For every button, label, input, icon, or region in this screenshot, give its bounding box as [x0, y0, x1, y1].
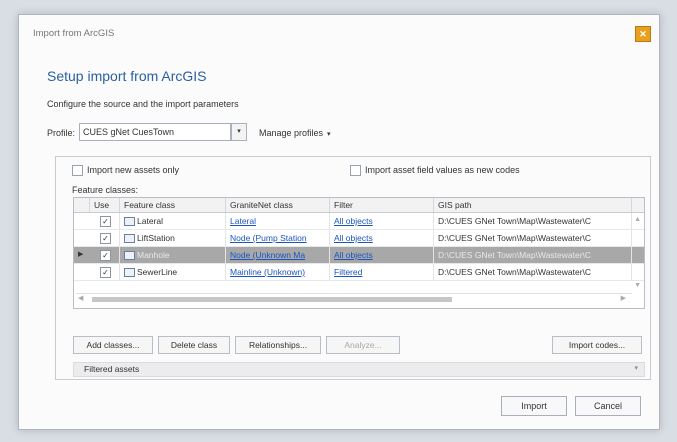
relationships-button[interactable]: Relationships...	[235, 336, 321, 354]
filter-link[interactable]: Filtered	[334, 267, 362, 277]
use-checkbox[interactable]: ✓	[100, 267, 111, 278]
table-row[interactable]: ✓ SewerLine Mainline (Unknown) Filtered …	[74, 264, 644, 281]
use-cell[interactable]: ✓	[90, 264, 120, 280]
feature-class-icon	[124, 268, 135, 278]
import-field-values-checkbox[interactable]	[350, 165, 361, 177]
feature-class-cell: Lateral	[120, 213, 226, 229]
profile-label: Profile:	[47, 128, 76, 138]
import-dialog: Import from ArcGIS ✕ Setup import from A…	[18, 14, 660, 430]
table-row[interactable]: ✓ LiftStation Node (Pump Station All obj…	[74, 230, 644, 247]
profile-value: CUES gNet CuesTown	[83, 127, 175, 137]
col-filter[interactable]: Filter	[330, 198, 434, 212]
granitenet-class-link[interactable]: Node (Unknown Ma	[230, 250, 305, 260]
use-checkbox[interactable]: ✓	[100, 216, 111, 227]
feature-class-name: SewerLine	[137, 267, 178, 277]
import-button[interactable]: Import	[501, 396, 567, 416]
feature-classes-grid[interactable]: Use Feature class GraniteNet class Filte…	[73, 197, 645, 309]
import-new-only-option[interactable]: Import new assets only	[72, 165, 180, 177]
profile-dropdown-button[interactable]: ▾	[231, 123, 247, 141]
delete-class-button[interactable]: Delete class	[158, 336, 230, 354]
granitenet-class-link[interactable]: Lateral	[230, 216, 256, 226]
use-cell[interactable]: ✓	[90, 247, 120, 263]
filter-cell[interactable]: All objects	[330, 247, 434, 263]
import-new-only-checkbox[interactable]	[72, 165, 83, 177]
grid-header: Use Feature class GraniteNet class Filte…	[74, 198, 644, 213]
gis-path-cell: D:\CUES GNet Town\Map\Wastewater\C	[434, 264, 632, 280]
use-cell[interactable]: ✓	[90, 213, 120, 229]
filter-link[interactable]: All objects	[334, 216, 373, 226]
settings-panel: Import new assets only Import asset fiel…	[55, 156, 651, 380]
granitenet-class-cell[interactable]: Node (Pump Station	[226, 230, 330, 246]
gis-path-cell: D:\CUES GNet Town\Map\Wastewater\C	[434, 247, 632, 263]
filtered-assets-expander[interactable]: Filtered assets ▾	[73, 362, 645, 377]
feature-class-name: LiftStation	[137, 233, 175, 243]
feature-class-cell: SewerLine	[120, 264, 226, 280]
col-granitenet-class[interactable]: GraniteNet class	[226, 198, 330, 212]
scroll-down-icon[interactable]: ▼	[634, 282, 641, 289]
import-field-values-option[interactable]: Import asset field values as new codes	[350, 165, 520, 177]
window-title: Import from ArcGIS	[33, 28, 115, 39]
horizontal-scrollbar[interactable]: ◀ ▶	[76, 293, 632, 304]
feature-class-icon	[124, 217, 135, 227]
page-subtitle: Configure the source and the import para…	[47, 99, 239, 109]
scroll-left-icon[interactable]: ◀	[78, 294, 83, 302]
table-row-selected[interactable]: ▶ ✓ Manhole Node (Unknown Ma All objects…	[74, 247, 644, 264]
row-header-cell	[74, 198, 90, 212]
import-field-values-label: Import asset field values as new codes	[365, 165, 520, 175]
analyze-button[interactable]: Analyze...	[326, 336, 400, 354]
use-checkbox[interactable]: ✓	[100, 250, 111, 261]
feature-class-icon	[124, 251, 135, 261]
page-title: Setup import from ArcGIS	[47, 68, 207, 84]
cancel-button[interactable]: Cancel	[575, 396, 641, 416]
feature-class-name: Lateral	[137, 216, 163, 226]
filter-cell[interactable]: All objects	[330, 230, 434, 246]
granitenet-class-link[interactable]: Node (Pump Station	[230, 233, 307, 243]
use-checkbox[interactable]: ✓	[100, 233, 111, 244]
col-use[interactable]: Use	[90, 198, 120, 212]
scroll-right-icon[interactable]: ▶	[621, 294, 626, 302]
granitenet-class-cell[interactable]: Node (Unknown Ma	[226, 247, 330, 263]
feature-class-name: Manhole	[137, 250, 170, 260]
manage-profiles-menu[interactable]: Manage profiles ▾	[259, 128, 331, 138]
filter-link[interactable]: All objects	[334, 233, 373, 243]
use-cell[interactable]: ✓	[90, 230, 120, 246]
scroll-up-icon[interactable]: ▲	[634, 216, 641, 223]
close-button[interactable]: ✕	[635, 26, 651, 42]
row-selector-icon: ▶	[78, 251, 84, 258]
table-row[interactable]: ✓ Lateral Lateral All objects D:\CUES GN…	[74, 213, 644, 230]
scrollbar-thumb[interactable]	[92, 297, 452, 302]
import-new-only-label: Import new assets only	[87, 165, 180, 175]
close-icon: ✕	[639, 29, 647, 39]
col-gis-path[interactable]: GIS path	[434, 198, 632, 212]
add-classes-button[interactable]: Add classes...	[73, 336, 153, 354]
feature-class-cell: LiftStation	[120, 230, 226, 246]
feature-class-cell: Manhole	[120, 247, 226, 263]
gis-path-cell: D:\CUES GNet Town\Map\Wastewater\C	[434, 213, 632, 229]
feature-classes-label: Feature classes:	[72, 185, 139, 195]
profile-select[interactable]: CUES gNet CuesTown	[79, 123, 231, 141]
feature-class-icon	[124, 234, 135, 244]
filter-link[interactable]: All objects	[334, 250, 373, 260]
filter-cell[interactable]: Filtered	[330, 264, 434, 280]
col-feature-class[interactable]: Feature class	[120, 198, 226, 212]
gis-path-cell: D:\CUES GNet Town\Map\Wastewater\C	[434, 230, 632, 246]
filter-cell[interactable]: All objects	[330, 213, 434, 229]
granitenet-class-cell[interactable]: Mainline (Unknown)	[226, 264, 330, 280]
import-codes-button[interactable]: Import codes...	[552, 336, 642, 354]
granitenet-class-cell[interactable]: Lateral	[226, 213, 330, 229]
caret-down-icon: ▾	[327, 131, 331, 138]
manage-profiles-label: Manage profiles	[259, 128, 324, 138]
granitenet-class-link[interactable]: Mainline (Unknown)	[230, 267, 305, 277]
filtered-assets-label: Filtered assets	[84, 364, 140, 374]
chevron-down-icon: ▾	[634, 365, 638, 372]
chevron-down-icon: ▾	[237, 128, 241, 135]
